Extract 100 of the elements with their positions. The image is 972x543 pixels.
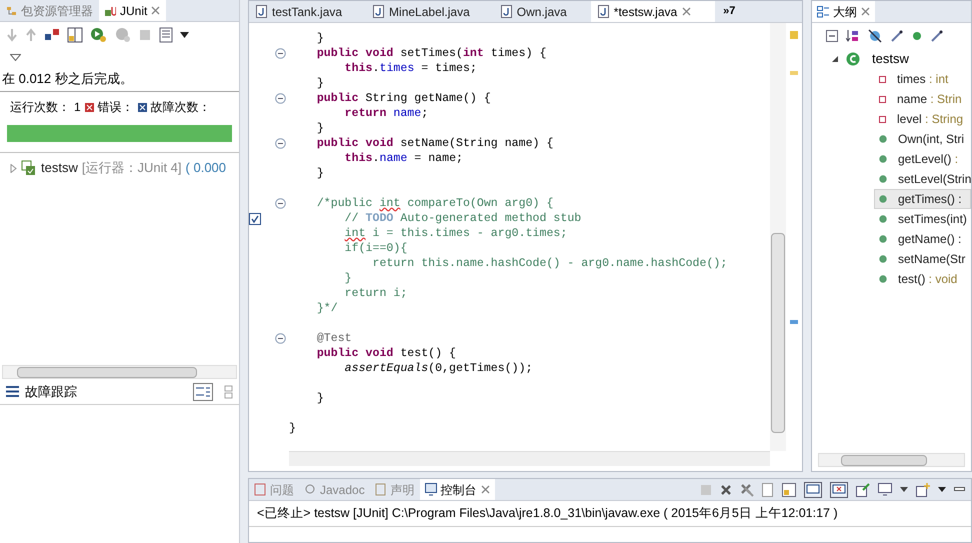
junit-icon — [105, 4, 116, 16]
outline-icon — [817, 6, 829, 18]
sort-icon[interactable] — [846, 29, 860, 43]
horizontal-scrollbar[interactable] — [818, 453, 965, 467]
code-line: if(i==0){ — [344, 241, 408, 256]
public-method-icon — [879, 135, 887, 143]
public-method-icon — [879, 255, 887, 263]
horizontal-scrollbar[interactable] — [289, 451, 770, 466]
code-line: return i; — [344, 286, 408, 301]
editor-tab[interactable]: MineLabel.java — [366, 1, 494, 22]
close-icon[interactable] — [682, 7, 692, 16]
view-menu-icon[interactable] — [10, 54, 21, 60]
code-line: return name; — [344, 106, 428, 121]
editor-tab[interactable]: *testsw.java — [590, 1, 716, 22]
declaration-icon — [374, 483, 387, 496]
close-icon[interactable] — [480, 485, 490, 494]
remove-all-icon[interactable] — [740, 482, 754, 496]
dropdown-caret-icon[interactable] — [180, 32, 189, 38]
vertical-scrollbar[interactable] — [770, 23, 786, 451]
java-file-icon — [256, 5, 267, 18]
code-line: this.times = times; — [344, 61, 477, 76]
private-field-icon — [879, 76, 886, 82]
fold-toggle-icon[interactable] — [275, 48, 286, 59]
public-method-icon — [879, 215, 887, 223]
rerun-icon[interactable] — [90, 27, 108, 43]
outline-member[interactable]: setName(Str — [874, 249, 971, 269]
error-filter-icon[interactable] — [44, 28, 60, 42]
public-method-icon — [879, 155, 887, 163]
fold-toggle-icon[interactable] — [275, 333, 286, 344]
outline-member[interactable]: getLevel() : — [874, 149, 971, 169]
outline-member[interactable]: times : int — [874, 69, 971, 89]
code-line: } — [344, 271, 352, 286]
code-line: // TODO Auto-generated method stub — [344, 211, 582, 226]
collapse-all-icon[interactable] — [826, 30, 838, 42]
code-line: } — [289, 421, 296, 436]
close-icon[interactable] — [151, 6, 160, 15]
panel-tab[interactable]: JUnit — [99, 0, 166, 21]
dropdown-caret-icon[interactable] — [900, 487, 908, 492]
package-icon — [6, 4, 17, 16]
console-tab[interactable]: 控制台 — [420, 479, 495, 500]
code-line: } — [316, 391, 324, 406]
outline-member[interactable]: getName() : — [874, 229, 971, 249]
outline-member[interactable]: getTimes() : — [874, 189, 971, 209]
code-line: } — [316, 31, 324, 46]
editor-tab[interactable]: Own.java — [494, 1, 591, 22]
dropdown-caret-icon[interactable] — [938, 487, 946, 492]
code-line: @Test — [316, 331, 352, 346]
outline-member[interactable]: setLevel(Strin — [874, 169, 971, 189]
counter-label: 运行次数： — [10, 99, 70, 116]
code-line: public String getName() { — [316, 91, 491, 106]
class-icon — [846, 52, 860, 66]
new-console-icon[interactable] — [916, 482, 930, 496]
editor-tab[interactable]: testTank.java — [249, 1, 366, 22]
fold-toggle-icon[interactable] — [275, 138, 286, 149]
code-line: int i = this.times - arg0.times; — [344, 226, 568, 241]
trace-list-icon — [6, 386, 19, 397]
java-file-icon — [500, 5, 512, 18]
filter-trace-icon[interactable] — [193, 382, 213, 400]
counter-value: 1 — [74, 99, 81, 116]
code-line: return this.name.hashCode() - arg0.name.hashCode(); — [372, 256, 728, 271]
show-on-output-icon[interactable] — [804, 482, 822, 498]
outline-member[interactable]: test() : void — [874, 269, 971, 289]
outline-member[interactable]: name : Strin — [874, 89, 971, 109]
layout-lock-icon[interactable] — [67, 27, 83, 43]
counter-label: 故障次数： — [150, 99, 211, 116]
display-console-icon[interactable] — [878, 483, 892, 496]
java-file-icon — [373, 5, 384, 18]
overflow-tabs-button[interactable]: »7 — [715, 1, 744, 22]
remove-launch-icon[interactable] — [720, 484, 732, 496]
clear-console-icon[interactable] — [762, 482, 774, 496]
public-method-icon — [879, 195, 887, 203]
test-suite-icon — [21, 160, 37, 176]
hide-fields-icon[interactable] — [868, 29, 882, 43]
outline-member[interactable]: Own(int, Stri — [874, 129, 971, 149]
console-icon — [424, 483, 437, 496]
public-members-icon[interactable] — [912, 31, 922, 41]
code-line: assertEquals(0,getTimes()); — [344, 361, 533, 376]
counter-label: 错误： — [98, 99, 134, 116]
code-line: public void test() { — [316, 346, 456, 361]
horizontal-scrollbar[interactable] — [2, 365, 237, 379]
panel-tab[interactable]: 包资源管理器 — [0, 0, 99, 21]
pin-console-icon[interactable] — [856, 482, 870, 496]
outline-class-item[interactable]: testsw — [812, 49, 971, 69]
test-tree-item[interactable]: testsw [运行器：JUnit 4] ( 0.000 — [0, 158, 239, 178]
outline-member[interactable]: setTimes(int) — [874, 209, 971, 229]
show-on-error-icon[interactable] — [830, 482, 848, 498]
java-file-icon — [598, 5, 609, 18]
history-icon[interactable] — [159, 27, 173, 43]
outline-member[interactable]: level : String — [874, 109, 971, 129]
scroll-lock-icon[interactable] — [782, 482, 796, 496]
fold-toggle-icon[interactable] — [275, 93, 286, 104]
public-method-icon — [879, 175, 887, 183]
close-icon[interactable] — [861, 7, 870, 16]
warning-marker-icon — [790, 31, 798, 39]
public-method-icon — [879, 235, 887, 243]
outline-tab[interactable]: 大纲 — [812, 1, 875, 22]
minimize-icon[interactable] — [954, 487, 965, 492]
problems-icon — [254, 483, 266, 496]
expanded-arrow-icon — [832, 56, 838, 62]
fold-toggle-icon[interactable] — [275, 198, 286, 209]
